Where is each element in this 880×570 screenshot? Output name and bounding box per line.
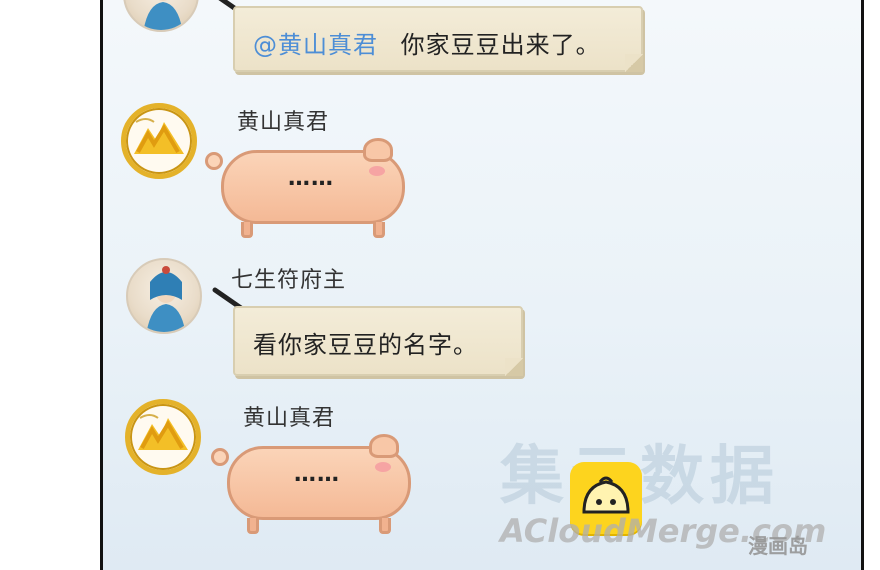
pig-leg	[247, 518, 259, 534]
message-bubble: 看你家豆豆的名字。	[233, 306, 523, 376]
mountain-avatar-icon[interactable]	[121, 103, 197, 179]
message-bubble: @黄山真君 你家豆豆出来了。	[233, 6, 643, 72]
pig-ear	[363, 138, 393, 162]
pig-leg	[379, 518, 391, 534]
mountain-avatar-icon[interactable]	[125, 399, 201, 475]
scroll-fold	[505, 358, 523, 376]
message-text: ……	[288, 166, 334, 191]
pig-bubble: ……	[211, 434, 417, 534]
mention-link[interactable]: @黄山真君	[253, 31, 378, 59]
goddess-avatar-icon[interactable]	[126, 258, 202, 334]
sender-name: 黄山真君	[237, 110, 330, 135]
message-text: ……	[294, 462, 340, 487]
watermark-tag: 漫画岛	[748, 534, 808, 558]
message-text: 看你家豆豆的名字。	[253, 331, 478, 359]
chat-panel: @黄山真君 你家豆豆出来了。 黄山真君 …… 七生符府主 看你家豆豆的名字。 黄…	[100, 0, 864, 570]
pig-leg	[373, 222, 385, 238]
scroll-fold	[625, 54, 643, 72]
sender-name: 黄山真君	[243, 406, 336, 431]
pig-bubble: ……	[205, 138, 411, 238]
goddess-avatar-icon[interactable]	[123, 0, 199, 32]
pig-leg	[241, 222, 253, 238]
message-text: 你家豆豆出来了。	[400, 31, 601, 59]
pig-ear	[369, 434, 399, 458]
